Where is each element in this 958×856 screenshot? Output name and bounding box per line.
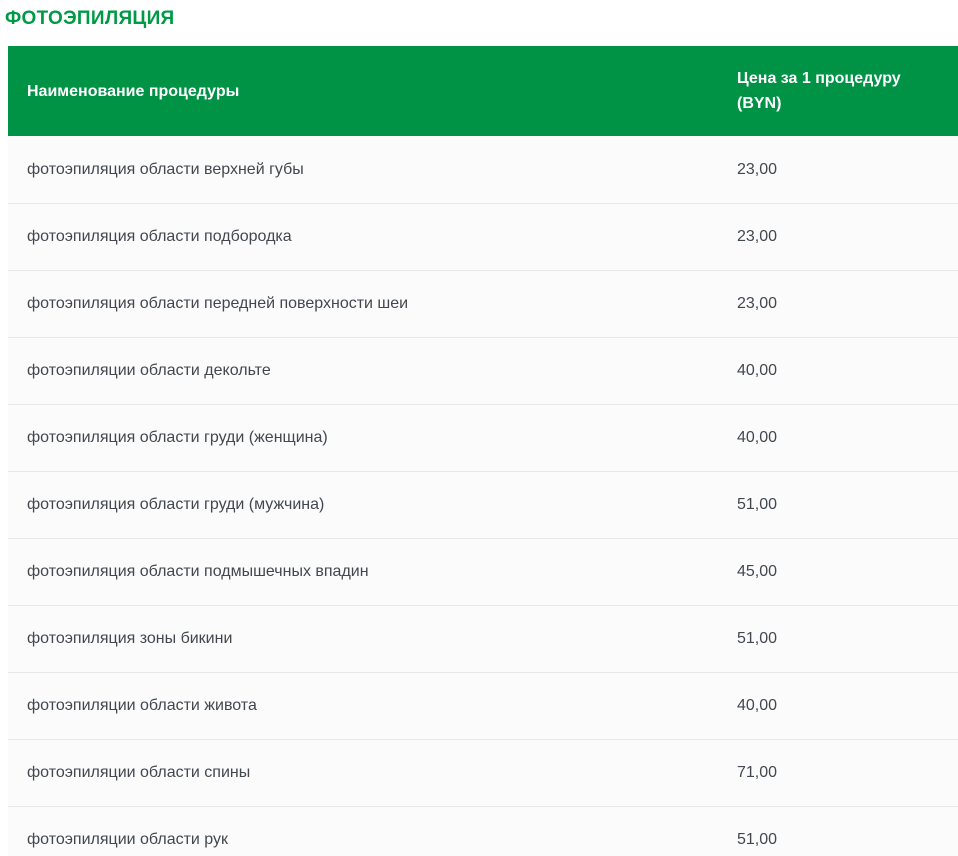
- procedure-name: фотоэпиляция области подмышечных впадин: [8, 563, 718, 581]
- column-header-price: Цена за 1 процедуру (BYN): [718, 66, 958, 116]
- procedure-name: фотоэпиляция области верхней губы: [8, 161, 718, 179]
- table-row: фотоэпиляции области живота 40,00: [8, 672, 958, 739]
- procedure-name: фотоэпиляция области подбородка: [8, 228, 718, 246]
- procedure-price: 23,00: [718, 228, 958, 246]
- table-row: фотоэпиляция области груди (мужчина) 51,…: [8, 471, 958, 538]
- table-row: фотоэпиляции области рук 51,00: [8, 806, 958, 856]
- procedure-price: 40,00: [718, 429, 958, 447]
- table-row: фотоэпиляция области верхней губы 23,00: [8, 136, 958, 203]
- procedure-name: фотоэпиляции области декольте: [8, 362, 718, 380]
- procedure-name: фотоэпиляции области рук: [8, 831, 718, 849]
- procedure-price: 51,00: [718, 630, 958, 648]
- table-row: фотоэпиляция области подбородка 23,00: [8, 203, 958, 270]
- page-title: ФОТОЭПИЛЯЦИЯ: [5, 8, 958, 30]
- procedure-price: 23,00: [718, 161, 958, 179]
- table-row: фотоэпиляция области передней поверхност…: [8, 270, 958, 337]
- procedure-price: 23,00: [718, 295, 958, 313]
- procedure-name: фотоэпиляции области спины: [8, 764, 718, 782]
- procedure-name: фотоэпиляция области груди (мужчина): [8, 496, 718, 514]
- procedure-price: 51,00: [718, 496, 958, 514]
- procedure-price: 40,00: [718, 697, 958, 715]
- procedure-name: фотоэпиляция области груди (женщина): [8, 429, 718, 447]
- table-header-row: Наименование процедуры Цена за 1 процеду…: [8, 46, 958, 136]
- price-table: Наименование процедуры Цена за 1 процеду…: [8, 46, 958, 856]
- table-row: фотоэпиляция области подмышечных впадин …: [8, 538, 958, 605]
- table-row: фотоэпиляции области декольте 40,00: [8, 337, 958, 404]
- procedure-name: фотоэпиляция области передней поверхност…: [8, 295, 718, 313]
- procedure-price: 71,00: [718, 764, 958, 782]
- procedure-price: 51,00: [718, 831, 958, 849]
- procedure-name: фотоэпиляции области живота: [8, 697, 718, 715]
- table-row: фотоэпиляции области спины 71,00: [8, 739, 958, 806]
- pricing-page: ФОТОЭПИЛЯЦИЯ Наименование процедуры Цена…: [0, 0, 958, 856]
- procedure-price: 40,00: [718, 362, 958, 380]
- table-row: фотоэпиляция зоны бикини 51,00: [8, 605, 958, 672]
- column-header-procedure-name: Наименование процедуры: [8, 79, 718, 104]
- table-row: фотоэпиляция области груди (женщина) 40,…: [8, 404, 958, 471]
- procedure-price: 45,00: [718, 563, 958, 581]
- procedure-name: фотоэпиляция зоны бикини: [8, 630, 718, 648]
